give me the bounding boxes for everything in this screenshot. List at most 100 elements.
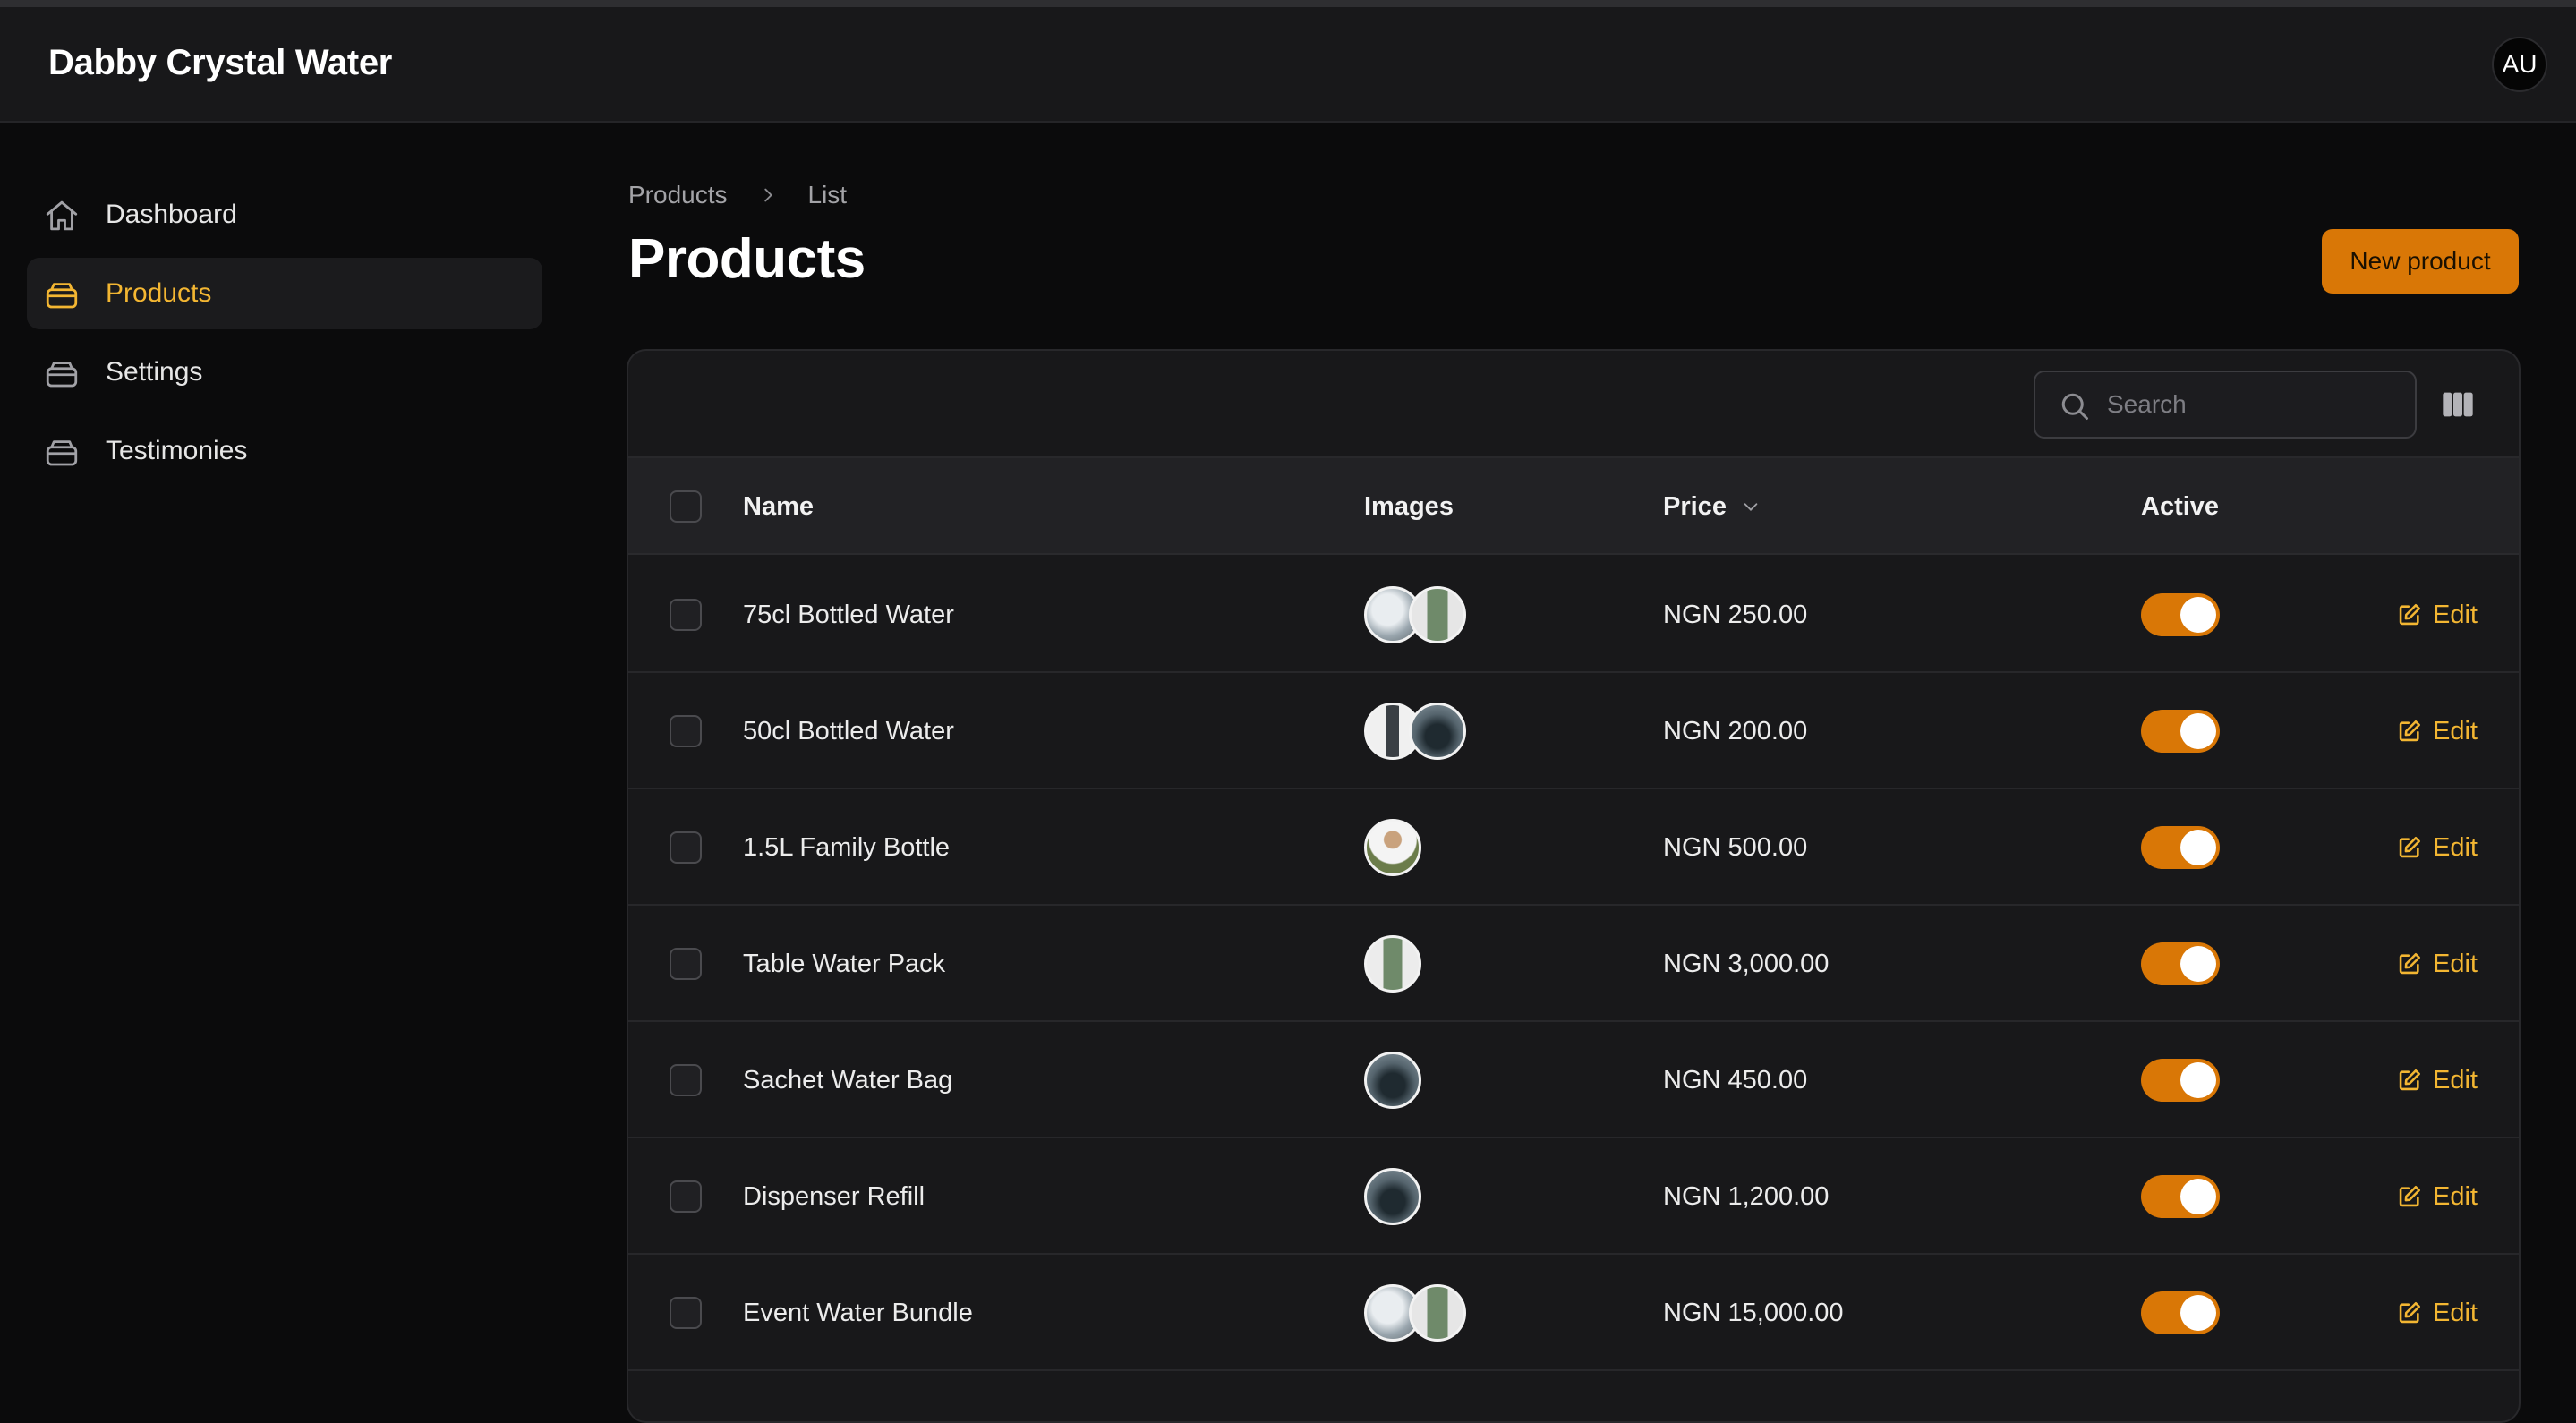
column-header-active[interactable]: Active [2141,458,2219,555]
active-toggle[interactable] [2141,1059,2220,1102]
edit-label: Edit [2433,1065,2478,1095]
edit-label: Edit [2433,949,2478,978]
product-price: NGN 3,000.00 [1663,949,1830,978]
sidebar-item-label: Testimonies [106,436,248,465]
edit-icon [2399,952,2421,975]
table-row: 1.5L Family Bottle NGN 500.00 Edit [628,789,2519,906]
table-row: Event Water Bundle NGN 15,000.00 Edit [628,1255,2519,1371]
toggle-knob [2180,946,2216,982]
edit-button[interactable]: Edit [2397,789,2478,906]
edit-icon [2399,836,2421,858]
product-price: NGN 1,200.00 [1663,1181,1830,1211]
product-name: 1.5L Family Bottle [743,832,951,862]
product-name: Dispenser Refill [743,1181,925,1211]
active-toggle[interactable] [2141,942,2220,985]
user-avatar[interactable]: AU [2492,37,2547,92]
toggle-knob [2180,1295,2216,1331]
active-toggle[interactable] [2141,1291,2220,1334]
column-header-price[interactable]: Price [1663,458,1761,555]
column-header-images: Images [1364,491,1454,521]
edit-label: Edit [2433,832,2478,862]
window-top-strip [0,0,2576,7]
row-checkbox[interactable] [670,715,702,747]
products-table-card: Name Images Price Active 75cl Bottled Wa… [627,349,2521,1423]
active-toggle[interactable] [2141,593,2220,636]
table-row: 75cl Bottled Water NGN 250.00 Edit [628,557,2519,673]
edit-icon [2399,603,2421,626]
product-name: Event Water Bundle [743,1298,973,1327]
edit-label: Edit [2433,1181,2478,1211]
tray-icon [46,362,78,388]
product-price: NGN 250.00 [1663,600,1808,629]
product-name: Table Water Pack [743,949,946,978]
sidebar-item-settings[interactable]: Settings [27,337,542,408]
page-title: Products [628,228,866,290]
green-bottle-photo[interactable] [1409,586,1466,643]
column-header-price-label: Price [1663,491,1727,521]
sidebar-item-dashboard[interactable]: Dashboard [27,179,542,251]
breadcrumb-item-products[interactable]: Products [628,181,728,209]
sidebar-item-label: Products [106,278,212,308]
sidebar-item-testimonies[interactable]: Testimonies [27,415,542,487]
dark-bottle-photo[interactable] [1364,1168,1421,1225]
row-checkbox[interactable] [670,1297,702,1329]
home-icon [46,200,78,231]
dark-bottle-photo[interactable] [1409,703,1466,760]
table-toolbar [628,351,2519,458]
chevron-right-icon [763,188,772,202]
row-checkbox[interactable] [670,1064,702,1096]
edit-button[interactable]: Edit [2397,557,2478,673]
table-row: Table Water Pack NGN 3,000.00 Edit [628,906,2519,1022]
edit-button[interactable]: Edit [2397,1138,2478,1255]
row-checkbox[interactable] [670,1180,702,1213]
active-toggle[interactable] [2141,710,2220,753]
product-name: 50cl Bottled Water [743,716,954,746]
product-price: NGN 200.00 [1663,716,1808,746]
new-product-button[interactable]: New product [2322,229,2519,294]
green-bottle-photo[interactable] [1364,935,1421,993]
search-input[interactable] [2107,372,2402,437]
edit-icon [2399,720,2421,742]
active-toggle[interactable] [2141,826,2220,869]
edit-label: Edit [2433,1298,2478,1327]
column-header-name[interactable]: Name [743,458,814,555]
person-photo[interactable] [1364,819,1421,876]
edit-button[interactable]: Edit [2397,1255,2478,1371]
search-box[interactable] [2034,371,2417,439]
search-icon [2061,393,2088,420]
edit-icon [2399,1185,2421,1207]
breadcrumb: Products List [628,181,847,209]
edit-button[interactable]: Edit [2397,1022,2478,1138]
chevron-down-icon [1744,503,1758,511]
column-toggle-icon[interactable] [2440,387,2476,422]
breadcrumb-item-list: List [807,181,848,209]
product-price: NGN 450.00 [1663,1065,1808,1095]
edit-label: Edit [2433,600,2478,629]
edit-icon [2399,1301,2421,1324]
active-toggle[interactable] [2141,1175,2220,1218]
product-name: Sachet Water Bag [743,1065,953,1095]
edit-icon [2399,1069,2421,1091]
product-price: NGN 15,000.00 [1663,1298,1844,1327]
sidebar-item-products[interactable]: Products [27,258,542,329]
toggle-knob [2180,713,2216,749]
row-checkbox[interactable] [670,599,702,631]
tray-icon [46,283,78,309]
top-bar: Dabby Crystal Water AU [0,7,2576,123]
toggle-knob [2180,597,2216,633]
select-all-checkbox[interactable] [670,490,702,523]
product-name: 75cl Bottled Water [743,600,954,629]
app-brand[interactable]: Dabby Crystal Water [48,43,392,83]
sidebar: Dashboard Products Settings Testimonies [27,179,542,494]
edit-button[interactable]: Edit [2397,673,2478,789]
edit-button[interactable]: Edit [2397,906,2478,1022]
row-checkbox[interactable] [670,831,702,864]
green-bottle-photo[interactable] [1409,1284,1466,1342]
table-row: Dispenser Refill NGN 1,200.00 Edit [628,1138,2519,1255]
sidebar-item-label: Dashboard [106,200,237,229]
dark-bottle-photo[interactable] [1364,1052,1421,1109]
table-header: Name Images Price Active [628,458,2519,555]
row-checkbox[interactable] [670,948,702,980]
toggle-knob [2180,1062,2216,1098]
product-price: NGN 500.00 [1663,832,1808,862]
